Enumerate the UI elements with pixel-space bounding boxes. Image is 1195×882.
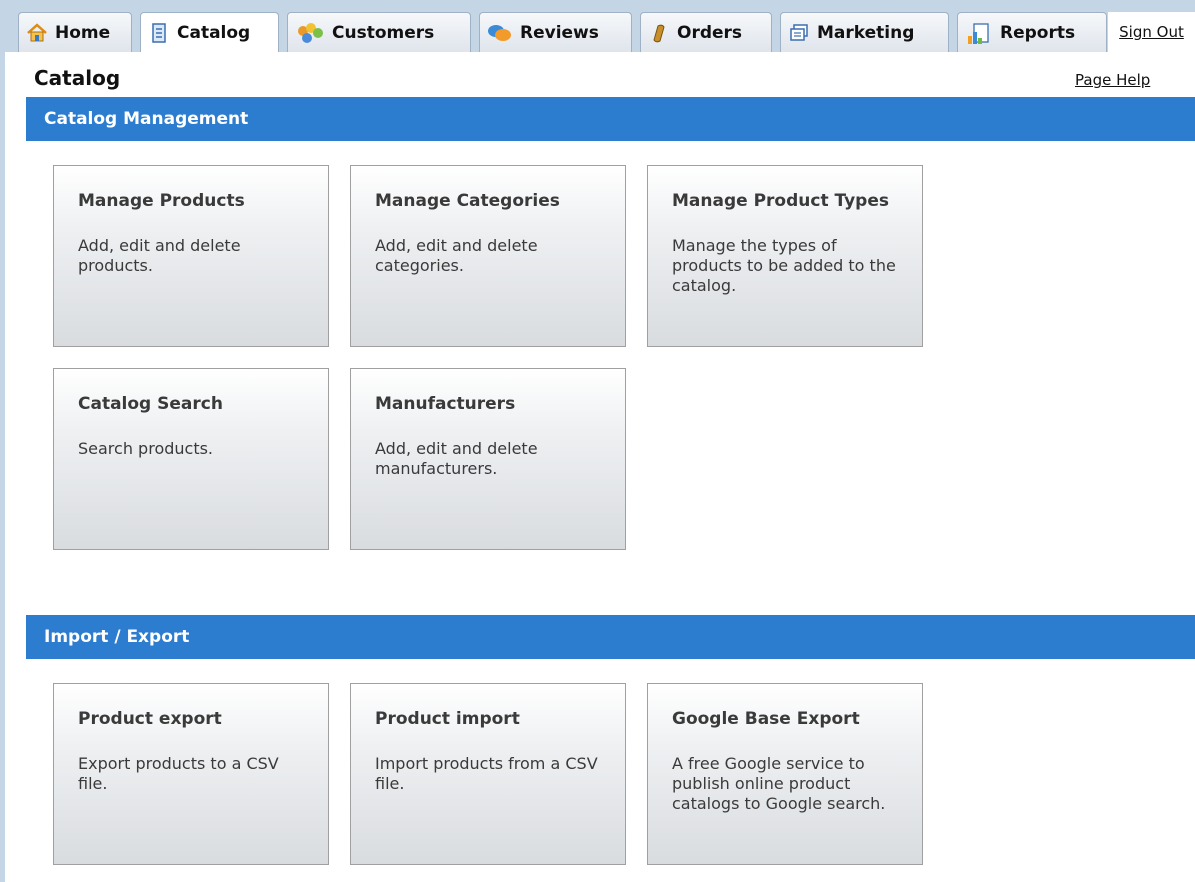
tab-label: Customers xyxy=(332,22,435,43)
card-title: Manage Products xyxy=(78,191,245,211)
page-help-link[interactable]: Page Help xyxy=(1075,71,1150,89)
card-description: Add, edit and delete manufacturers. xyxy=(375,439,538,478)
tab-home[interactable]: Home xyxy=(18,12,132,52)
card-description: Add, edit and delete categories. xyxy=(375,236,538,275)
tab-marketing[interactable]: Marketing xyxy=(780,12,949,52)
tab-label: Home xyxy=(55,22,111,43)
card-product-export[interactable]: Product export Export products to a CSV … xyxy=(53,683,329,865)
card-title: Manufacturers xyxy=(375,394,516,414)
tab-label: Marketing xyxy=(817,22,915,43)
marketing-icon xyxy=(788,22,810,44)
tab-orders[interactable]: Orders xyxy=(640,12,772,52)
tab-label: Orders xyxy=(677,22,743,43)
card-description: Import products from a CSV file. xyxy=(375,754,598,793)
card-title: Manage Categories xyxy=(375,191,560,211)
customers-icon xyxy=(295,22,325,44)
reports-icon xyxy=(965,22,993,44)
card-product-import[interactable]: Product import Import products from a CS… xyxy=(350,683,626,865)
tab-bar: Home Catalog Customers Reviews Orders Ma… xyxy=(0,0,1195,53)
catalog-icon xyxy=(148,22,170,44)
section-header-catalog-management: Catalog Management xyxy=(26,97,1195,141)
card-title: Product export xyxy=(78,709,222,729)
reviews-icon xyxy=(487,22,513,44)
card-description: Manage the types of products to be added… xyxy=(672,236,896,295)
card-description: Export products to a CSV file. xyxy=(78,754,279,793)
sign-out-link[interactable]: Sign Out xyxy=(1108,12,1195,52)
card-manufacturers[interactable]: Manufacturers Add, edit and delete manuf… xyxy=(350,368,626,550)
page-title: Catalog xyxy=(34,66,121,90)
tab-label: Reports xyxy=(1000,22,1076,43)
tab-reports[interactable]: Reports xyxy=(957,12,1107,52)
tab-catalog[interactable]: Catalog xyxy=(140,12,279,53)
card-manage-products[interactable]: Manage Products Add, edit and delete pro… xyxy=(53,165,329,347)
card-manage-categories[interactable]: Manage Categories Add, edit and delete c… xyxy=(350,165,626,347)
tab-customers[interactable]: Customers xyxy=(287,12,471,52)
card-title: Manage Product Types xyxy=(672,191,889,211)
tab-reviews[interactable]: Reviews xyxy=(479,12,632,52)
card-title: Catalog Search xyxy=(78,394,223,414)
card-google-base-export[interactable]: Google Base Export A free Google service… xyxy=(647,683,923,865)
tab-label: Catalog xyxy=(177,23,251,43)
card-description: Search products. xyxy=(78,439,214,458)
card-title: Product import xyxy=(375,709,520,729)
section-header-import-export: Import / Export xyxy=(26,615,1195,659)
card-manage-product-types[interactable]: Manage Product Types Manage the types of… xyxy=(647,165,923,347)
home-icon xyxy=(26,22,48,44)
card-description: Add, edit and delete products. xyxy=(78,236,241,275)
tab-label: Reviews xyxy=(520,22,599,43)
card-catalog-search[interactable]: Catalog Search Search products. xyxy=(53,368,329,550)
card-description: A free Google service to publish online … xyxy=(672,754,886,813)
card-title: Google Base Export xyxy=(672,709,860,729)
orders-icon xyxy=(648,22,670,44)
